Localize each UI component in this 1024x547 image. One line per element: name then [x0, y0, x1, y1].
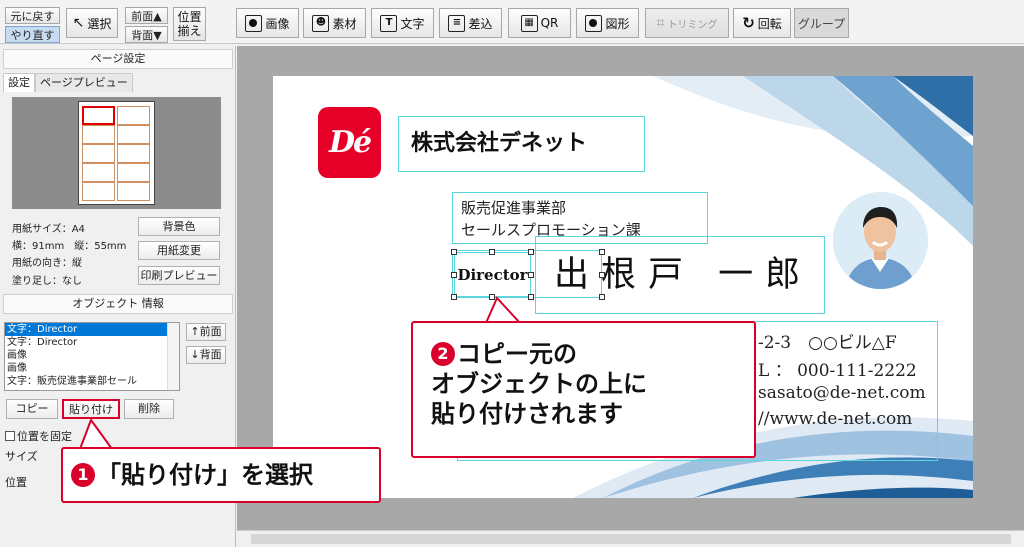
callout-step-2-line-1: コピー元の — [457, 340, 577, 368]
callout-step-1: 1 「貼り付け」を選択 — [61, 447, 381, 503]
callout-step-1-text: 「貼り付け」を選択 — [97, 461, 313, 489]
callout-step-2: 2 コピー元の オブジェクトの上に 貼り付けされます — [411, 321, 756, 458]
callout-step-2-line-3: 貼り付けされます — [431, 400, 623, 428]
step-number-2: 2 — [431, 342, 455, 366]
callout-step-2-line-2: オブジェクトの上に — [431, 370, 647, 398]
step-number-1: 1 — [71, 463, 95, 487]
